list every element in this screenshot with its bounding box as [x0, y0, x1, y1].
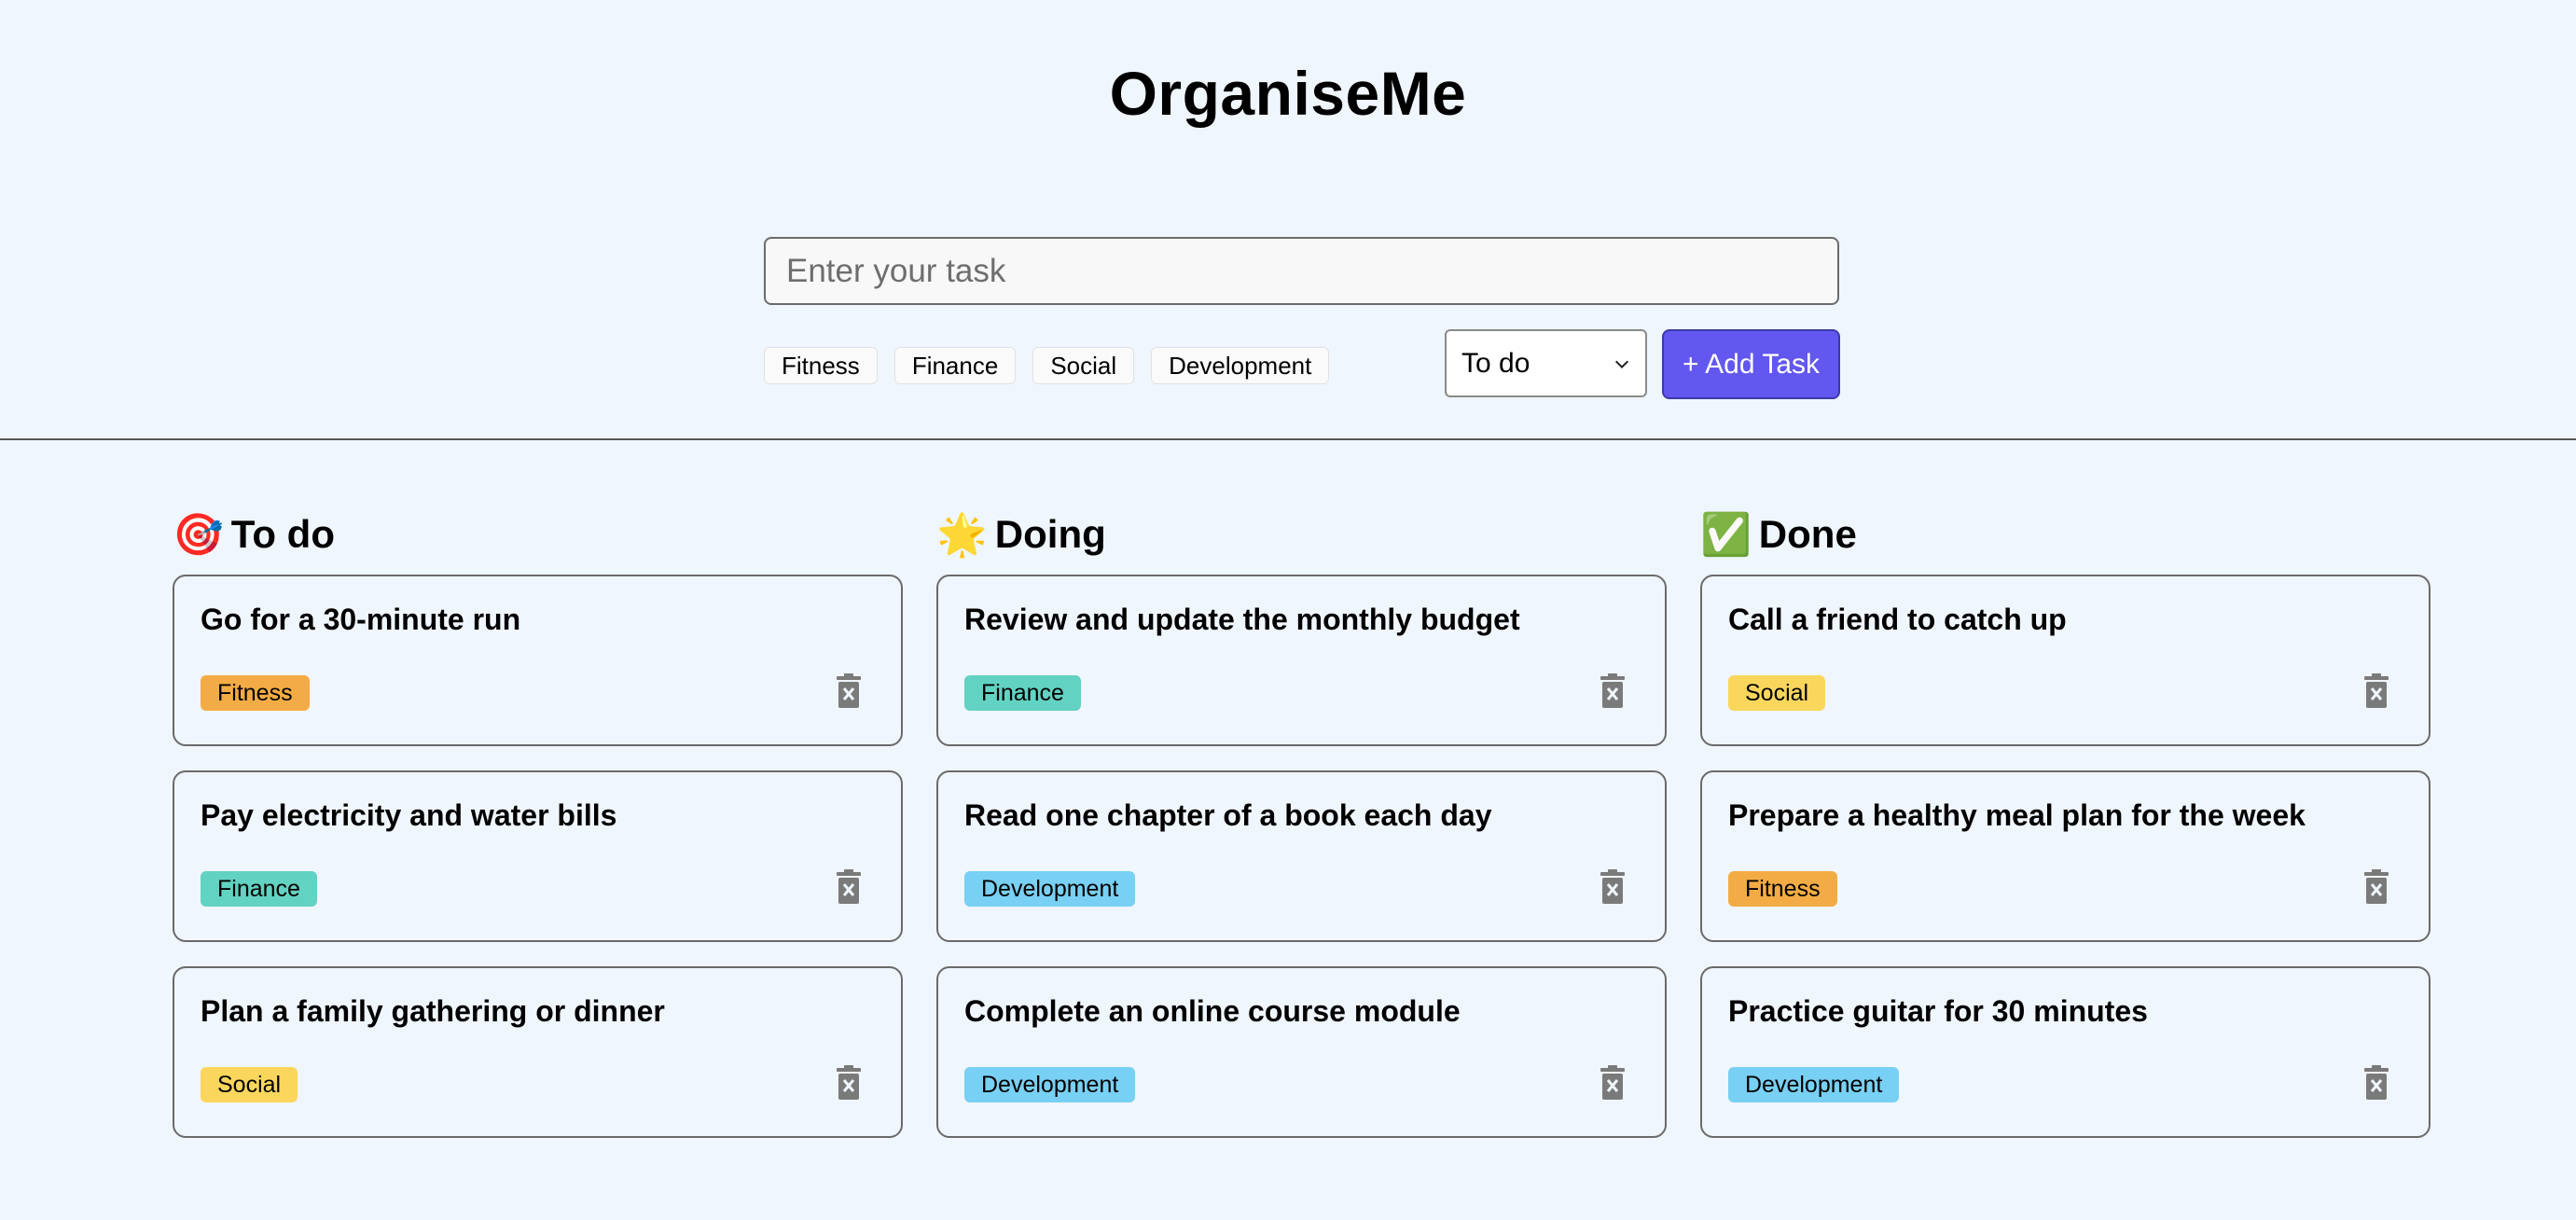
- task-tag: Finance: [964, 675, 1081, 711]
- task-card: Complete an online course module Develop…: [936, 966, 1667, 1138]
- task-tag: Fitness: [201, 675, 310, 711]
- task-card: Plan a family gathering or dinner Social: [173, 966, 903, 1138]
- status-select[interactable]: To do: [1445, 329, 1647, 397]
- tag-button-development[interactable]: Development: [1151, 347, 1330, 384]
- task-board: 🎯 To do Go for a 30-minute run Fitness P…: [173, 504, 2431, 1162]
- task-tag: Fitness: [1728, 871, 1837, 907]
- task-title: Review and update the monthly budget: [964, 603, 1520, 636]
- column-todo: 🎯 To do Go for a 30-minute run Fitness P…: [173, 504, 903, 1162]
- task-tag: Social: [201, 1067, 298, 1102]
- trash-icon[interactable]: [836, 1065, 862, 1101]
- status-select-value: To do: [1461, 347, 1530, 379]
- task-title: Practice guitar for 30 minutes: [1728, 994, 2148, 1028]
- tag-button-fitness[interactable]: Fitness: [764, 347, 878, 384]
- target-icon: 🎯: [173, 511, 224, 559]
- task-title: Plan a family gathering or dinner: [201, 994, 665, 1028]
- column-heading: ✅ Done: [1700, 504, 2431, 565]
- trash-icon[interactable]: [1600, 673, 1626, 709]
- task-title: Call a friend to catch up: [1728, 603, 2067, 636]
- check-mark-icon: ✅: [1700, 511, 1752, 559]
- column-title: Done: [1758, 512, 1857, 556]
- task-title: Pay electricity and water bills: [201, 798, 617, 832]
- task-tag: Social: [1728, 675, 1826, 711]
- tag-button-finance[interactable]: Finance: [893, 347, 1017, 384]
- task-card: Practice guitar for 30 minutes Developme…: [1700, 966, 2431, 1138]
- trash-icon[interactable]: [1600, 869, 1626, 905]
- trash-icon[interactable]: [2363, 1065, 2389, 1101]
- task-card: Read one chapter of a book each day Deve…: [936, 770, 1667, 942]
- task-title: Go for a 30-minute run: [201, 603, 521, 636]
- tag-selector: Fitness Finance Social Development: [764, 347, 1330, 384]
- app-title: OrganiseMe: [1109, 59, 1467, 128]
- task-input[interactable]: [764, 237, 1839, 305]
- trash-icon[interactable]: [836, 673, 862, 709]
- column-done: ✅ Done Call a friend to catch up Social …: [1700, 504, 2431, 1162]
- column-heading: 🎯 To do: [173, 504, 903, 565]
- star-icon: 🌟: [936, 511, 988, 559]
- task-tag: Development: [964, 1067, 1136, 1102]
- tag-button-social[interactable]: Social: [1032, 347, 1135, 384]
- trash-icon[interactable]: [2363, 869, 2389, 905]
- column-title: Doing: [994, 512, 1106, 556]
- trash-icon[interactable]: [836, 869, 862, 905]
- task-tag: Development: [964, 871, 1136, 907]
- chevron-down-icon: [1614, 360, 1629, 368]
- task-card: Review and update the monthly budget Fin…: [936, 575, 1667, 746]
- column-doing: 🌟 Doing Review and update the monthly bu…: [936, 504, 1667, 1162]
- trash-icon[interactable]: [1600, 1065, 1626, 1101]
- column-heading: 🌟 Doing: [936, 504, 1667, 565]
- task-card: Pay electricity and water bills Finance: [173, 770, 903, 942]
- app-header: OrganiseMe Fitness Finance Social Develo…: [0, 0, 2576, 440]
- task-title: Read one chapter of a book each day: [964, 798, 1492, 832]
- task-card: Call a friend to catch up Social: [1700, 575, 2431, 746]
- task-title: Complete an online course module: [964, 994, 1461, 1028]
- task-tag: Development: [1728, 1067, 1900, 1102]
- task-card: Go for a 30-minute run Fitness: [173, 575, 903, 746]
- task-tag: Finance: [201, 871, 317, 907]
- task-card: Prepare a healthy meal plan for the week…: [1700, 770, 2431, 942]
- trash-icon[interactable]: [2363, 673, 2389, 709]
- column-title: To do: [230, 512, 335, 556]
- task-title: Prepare a healthy meal plan for the week: [1728, 798, 2306, 832]
- add-task-button[interactable]: + Add Task: [1662, 329, 1840, 399]
